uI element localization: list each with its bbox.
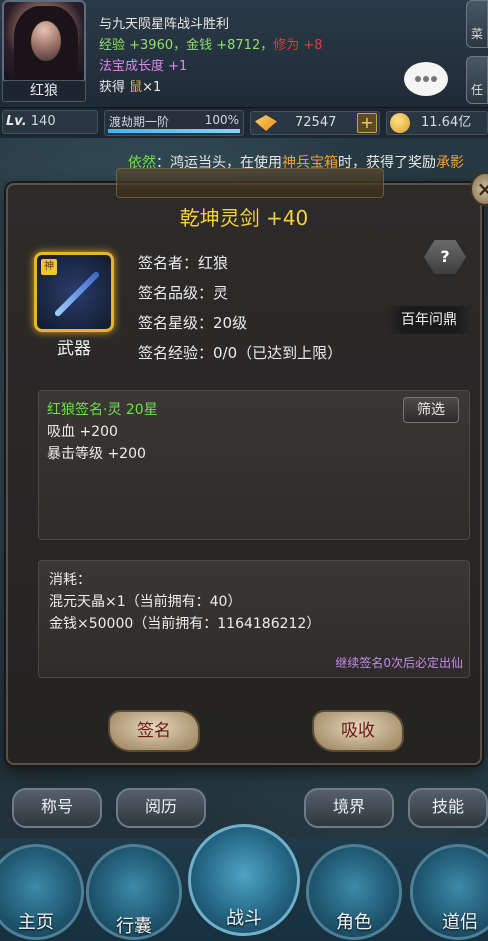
attribute-panel: 红狼签名·灵 20星 吸血 +200 暴击等级 +200 筛选 bbox=[38, 390, 470, 540]
got-item: 鼠 bbox=[129, 80, 143, 95]
sign-button[interactable]: 签名 bbox=[108, 710, 200, 752]
battle-log-title: 与九天陨星阵战斗胜利 bbox=[99, 17, 230, 32]
grade-row: 签名品级：灵 bbox=[138, 284, 229, 302]
tribulation-percent: 100% bbox=[204, 113, 239, 127]
marquee-highlight-2: 承影 bbox=[436, 155, 464, 171]
guarantee-hint: 继续签名0次后必定出仙 bbox=[335, 656, 463, 670]
level-prefix: Lv. bbox=[6, 114, 27, 129]
battle-log-cultivation: 修为 +8 bbox=[273, 38, 323, 53]
tribulation-bar bbox=[108, 129, 240, 133]
cost-title: 消耗： bbox=[49, 572, 91, 588]
yuanbao-box: 72547 + bbox=[250, 111, 380, 135]
item-badge: 神 bbox=[41, 259, 57, 275]
sub-nav-realm[interactable]: 境界 bbox=[304, 788, 394, 828]
recharge-button[interactable]: + bbox=[357, 113, 377, 133]
cost-gold: 金钱×50000（当前拥有：1164186212） bbox=[49, 616, 321, 632]
yuanbao-icon bbox=[255, 115, 277, 131]
sub-nav-experience[interactable]: 阅历 bbox=[116, 788, 206, 828]
nav-character-label[interactable]: 角色 bbox=[330, 908, 378, 934]
gold-coin-icon bbox=[390, 113, 410, 133]
level-box: Lv. 140 bbox=[2, 110, 98, 134]
battle-log-got: 获得 鼠×1 bbox=[99, 77, 399, 98]
battle-log-rewards: 经验 +3960，金钱 +8712，修为 +8 bbox=[99, 35, 399, 56]
cost-crystal: 混元天晶×1（当前拥有：40） bbox=[49, 594, 242, 610]
sword-icon bbox=[53, 270, 101, 318]
nav-battle-label[interactable]: 战斗 bbox=[220, 904, 268, 930]
nav-companion-label[interactable]: 道侣 bbox=[442, 908, 488, 934]
title-tag: 百年问鼎 bbox=[386, 306, 472, 334]
player-name: 红狼 bbox=[2, 80, 86, 102]
filter-button[interactable]: 筛选 bbox=[403, 397, 459, 423]
sub-nav-title[interactable]: 称号 bbox=[12, 788, 102, 828]
resource-bar: Lv. 140 渡劫期一阶 100% 72547 + 11.64亿 bbox=[0, 108, 488, 138]
exp-row: 签名经验：0/0（已达到上限） bbox=[138, 344, 343, 362]
absorb-button[interactable]: 吸收 bbox=[312, 710, 404, 752]
battle-log-fabao: 法宝成长度 +1 bbox=[99, 59, 188, 74]
player-avatar[interactable] bbox=[2, 0, 86, 84]
side-menu-button[interactable]: 菜 bbox=[466, 0, 488, 48]
got-prefix: 获得 bbox=[99, 80, 130, 95]
dialog-title: 乾坤灵剑 +40 bbox=[179, 206, 309, 230]
cost-panel: 消耗： 混元天晶×1（当前拥有：40） 金钱×50000（当前拥有：116418… bbox=[38, 560, 470, 678]
tribulation-progress: 渡劫期一阶 100% bbox=[104, 110, 244, 136]
gold-box: 11.64亿 bbox=[386, 111, 488, 135]
side-task-label: 任 bbox=[470, 83, 483, 97]
nav-bag-label[interactable]: 行囊 bbox=[110, 912, 158, 938]
item-type-label: 武器 bbox=[57, 339, 91, 359]
tribulation-bar-fill bbox=[108, 129, 240, 133]
side-task-button[interactable]: 任 bbox=[466, 56, 488, 104]
weapon-item-icon[interactable]: 神 bbox=[34, 252, 114, 332]
attribute-title: 红狼签名·灵 20星 bbox=[47, 402, 158, 418]
nav-home-label[interactable]: 主页 bbox=[12, 908, 60, 934]
got-suffix: ×1 bbox=[142, 80, 162, 95]
battle-log-exp: 经验 +3960，金钱 +8712， bbox=[99, 38, 274, 53]
main-nav: 主页 行囊 战斗 角色 道侣 bbox=[0, 824, 488, 941]
side-menu-label: 菜 bbox=[470, 27, 483, 41]
gold-value: 11.64亿 bbox=[421, 115, 472, 130]
level-value: 140 bbox=[30, 114, 56, 129]
star-row: 签名星级：20级 bbox=[138, 314, 248, 332]
signature-info: 签名者：红狼 签名品级：灵 签名星级：20级 签名经验：0/0（已达到上限） bbox=[138, 248, 378, 368]
dialog-title-banner bbox=[116, 168, 384, 198]
tribulation-label: 渡劫期一阶 bbox=[109, 115, 170, 129]
attribute-line: 暴击等级 +200 bbox=[47, 446, 146, 462]
signer-row: 签名者：红狼 bbox=[138, 254, 229, 272]
sub-nav-skills[interactable]: 技能 bbox=[408, 788, 488, 828]
chat-bubble-icon[interactable] bbox=[404, 62, 448, 96]
yuanbao-value: 72547 bbox=[295, 115, 337, 130]
battle-log: 与九天陨星阵战斗胜利 经验 +3960，金钱 +8712，修为 +8 法宝成长度… bbox=[99, 14, 399, 98]
attribute-line: 吸血 +200 bbox=[47, 424, 118, 440]
top-hud: 红狼 与九天陨星阵战斗胜利 经验 +3960，金钱 +8712，修为 +8 法宝… bbox=[0, 0, 488, 108]
